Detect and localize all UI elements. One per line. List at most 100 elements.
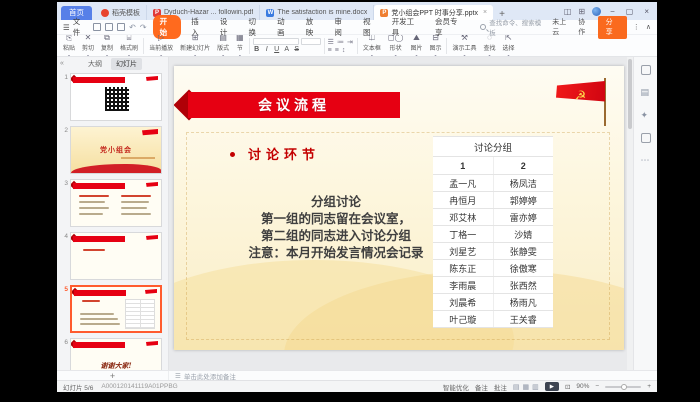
format-painter-button[interactable]: ⌸格式刷 (118, 35, 140, 57)
comments-toggle[interactable]: 批注 (494, 382, 507, 392)
slide-title-banner[interactable]: 会议流程 (188, 92, 400, 118)
align-left-icon[interactable]: ≡ (328, 47, 333, 54)
flag-shape (146, 76, 158, 83)
slide-thumbnail-4[interactable]: 4 (59, 232, 168, 280)
magnifier-icon: ◌ (487, 35, 492, 42)
scrollbar-thumb[interactable] (628, 59, 632, 129)
slide-thumbnail-1[interactable]: 1 (59, 73, 168, 121)
animation-panel-icon[interactable]: ✦ (641, 110, 651, 121)
diagram-button[interactable]: ⊟图示 (427, 35, 443, 57)
fit-slide-icon[interactable]: ⊡ (565, 383, 570, 391)
zoom-in-button[interactable]: + (647, 383, 651, 390)
normal-view-icon[interactable]: ▤ (513, 383, 520, 391)
restore-button[interactable]: ▢ (624, 7, 636, 16)
slide-thumbnail-5-selected[interactable]: 5 (59, 285, 168, 333)
font-size-select[interactable] (301, 38, 321, 45)
discussion-groups-table[interactable]: 讨论分组 1 2 孟一凡杨凤洁 冉恒月郭婷婷 邓艾林雷亦婷 丁格一沙婧 刘星艺张… (433, 136, 553, 328)
tab-slides[interactable]: 幻灯片 (111, 58, 142, 70)
zoom-level[interactable]: 90% (576, 383, 589, 390)
main-area: « 大纲 幻灯片 1 2 (57, 57, 657, 370)
textbox-icon: ⎅ (369, 35, 375, 42)
table-title: 讨论分组 (433, 137, 553, 157)
save-icon[interactable] (93, 23, 101, 31)
indent-icon[interactable]: ⇥ (347, 38, 354, 46)
notes-toggle[interactable]: 备注 (475, 382, 488, 392)
layout-button[interactable]: ▤版式 (215, 35, 231, 57)
design-panel-icon[interactable]: ▤ (641, 87, 651, 98)
collapse-panel-icon[interactable]: « (60, 60, 64, 67)
underline-button[interactable]: U (273, 46, 281, 53)
collaborate-button[interactable]: 协作 (578, 17, 591, 37)
cut-button[interactable]: ✕剪切 (80, 35, 96, 57)
scissors-icon: ✕ (85, 35, 92, 42)
close-window-button[interactable]: × (642, 7, 651, 16)
text-line (121, 207, 147, 209)
textbox-button[interactable]: ⎅文本框 (361, 35, 383, 57)
line-spacing-icon[interactable]: ↕ (342, 47, 347, 54)
table-cell: 刘晨希 (433, 294, 493, 311)
undo-icon[interactable]: ↶ (129, 23, 136, 32)
text-line (79, 201, 105, 203)
slideshow-play-button[interactable]: ▶ (545, 382, 559, 391)
command-search-box[interactable]: 查找命令、搜索模板 (474, 17, 546, 37)
paste-button[interactable]: ⎘粘贴 (61, 35, 77, 57)
vertical-scrollbar[interactable] (627, 57, 633, 370)
slide-thumbnail-3[interactable]: 3 (59, 179, 168, 227)
menu-slideshow[interactable]: 放映 (302, 15, 325, 39)
find-button[interactable]: ◌查找 (481, 35, 497, 57)
slide-thumbnail-6[interactable]: 6 谢谢大家! (59, 338, 168, 370)
minimize-button[interactable]: − (608, 7, 617, 16)
font-family-select[interactable] (253, 38, 299, 45)
cloud-status[interactable]: 未上云 (552, 17, 572, 37)
add-slide-button[interactable]: + (57, 371, 169, 380)
presentation-tools-button[interactable]: ⚒演示工具 (450, 35, 478, 57)
align-center-icon[interactable]: ≡ (335, 47, 340, 54)
menu-review[interactable]: 审阅 (330, 15, 353, 39)
zoom-slider-knob[interactable] (621, 384, 627, 390)
workspace-grid-icon[interactable]: ⊞ (578, 7, 585, 16)
select-button[interactable]: ⇱选择 (501, 35, 517, 57)
properties-panel-icon[interactable] (641, 65, 651, 75)
play-from-current-button[interactable]: ▷当前播放 (147, 35, 175, 57)
zoom-slider[interactable] (605, 386, 641, 388)
notes-input[interactable]: ☰ 单击此处添加备注 (169, 371, 657, 380)
more-panels-icon[interactable]: ⋯ (641, 155, 651, 166)
toolbar-divider (446, 38, 447, 54)
reading-view-icon[interactable]: ▥ (532, 383, 539, 391)
copy-button[interactable]: ⧉复制 (99, 35, 115, 57)
italic-button[interactable]: I (263, 46, 271, 53)
wps-presentation-window: 首页 稻壳模板 P Dyduch-Hazar ... followin.pdf … (57, 2, 657, 392)
new-slide-button[interactable]: ⊞新建幻灯片 (178, 35, 212, 57)
menu-animations[interactable]: 动画 (273, 15, 296, 39)
collapse-ribbon-icon[interactable]: ∧ (646, 23, 651, 31)
output-icon[interactable] (117, 23, 125, 31)
redo-icon[interactable]: ↷ (140, 23, 147, 32)
split-view-icon[interactable]: ◫ (564, 7, 572, 16)
section-button[interactable]: ▦节 (234, 35, 246, 57)
user-avatar[interactable] (592, 7, 601, 16)
shapes-button[interactable]: ◻◯形状 (386, 35, 406, 57)
slide-sorter-icon[interactable]: ▦ (522, 383, 529, 391)
print-icon[interactable] (105, 23, 113, 31)
strikethrough-button[interactable]: S (293, 46, 301, 53)
section-heading[interactable]: 讨论环节 (248, 144, 320, 163)
picture-button[interactable]: ⛰图片 (408, 35, 424, 57)
more-options-icon[interactable]: ⋮ (633, 23, 640, 31)
tab-outline[interactable]: 大纲 (83, 58, 107, 70)
share-button[interactable]: 分享 (598, 16, 627, 39)
menu-transitions[interactable]: 切换 (244, 15, 267, 39)
slide-thumbnail-2[interactable]: 2 党小组会 (59, 126, 168, 174)
numbered-list-icon[interactable]: ≔ (337, 38, 345, 46)
status-bar: 幻灯片 5/6 A000120141119A01PPBG 智能优化 备注 批注 … (57, 380, 657, 392)
tab-docer-templates[interactable]: 稻壳模板 (95, 5, 147, 20)
template-code: A000120141119A01PPBG (101, 383, 177, 390)
smart-optimize-button[interactable]: 智能优化 (443, 382, 469, 392)
font-color-button[interactable]: A (283, 46, 291, 53)
current-slide[interactable]: 会议流程 ☭ 讨论环节 分组讨论 第一组的同志留在会议室， 第二组的同志进入讨论… (174, 66, 624, 350)
close-tab-icon[interactable]: × (483, 9, 487, 16)
zoom-out-button[interactable]: − (595, 383, 599, 390)
comments-panel-icon[interactable] (641, 133, 651, 143)
slide-number: 3 (59, 179, 68, 227)
bold-button[interactable]: B (253, 46, 261, 53)
bullet-list-icon[interactable]: ☰ (328, 38, 335, 46)
